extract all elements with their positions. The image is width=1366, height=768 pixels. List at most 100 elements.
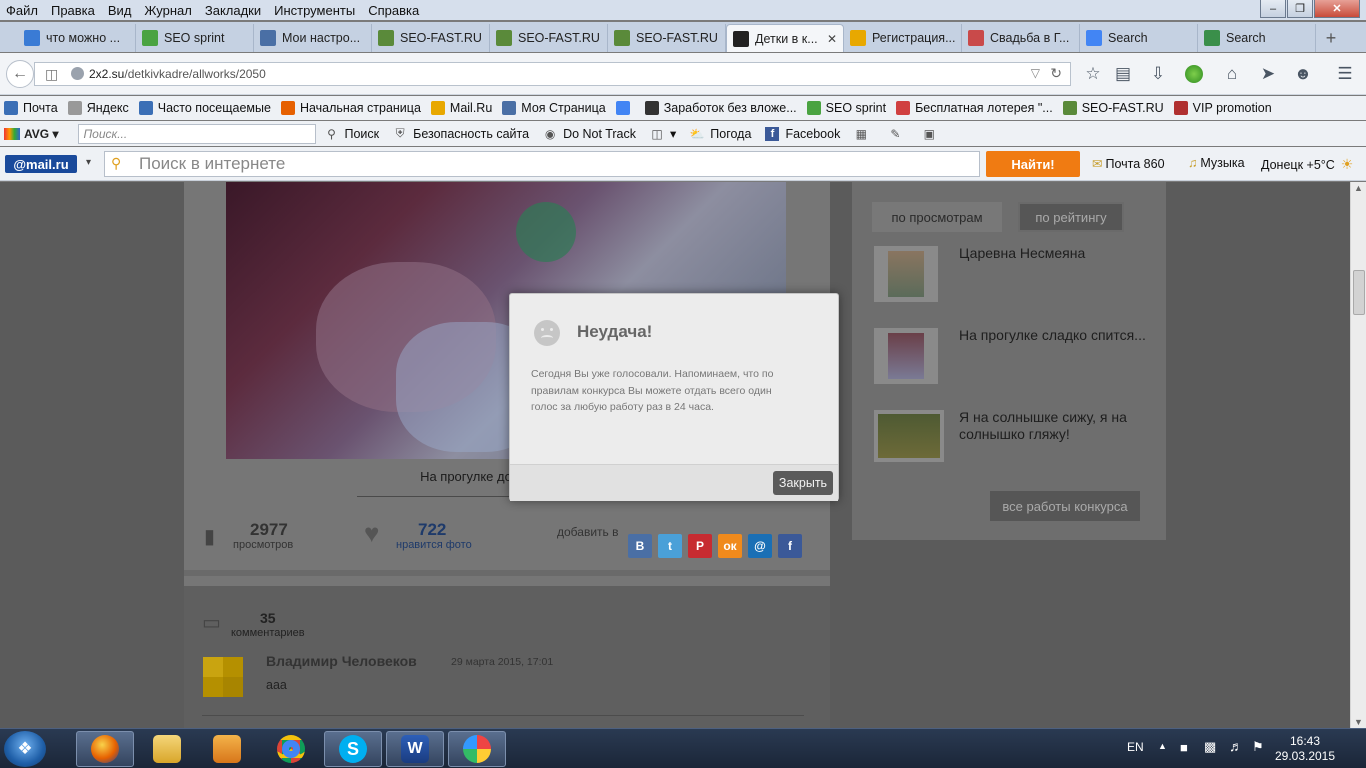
mailru-logo[interactable]: @mail.ru bbox=[5, 155, 77, 173]
tab[interactable]: Свадьба в Г... bbox=[962, 24, 1080, 52]
work-thumbnail[interactable] bbox=[874, 246, 938, 302]
scroll-up-icon[interactable]: ▲ bbox=[1354, 183, 1363, 193]
trash-button[interactable]: ◫ ▾ bbox=[650, 126, 676, 142]
heart-icon[interactable]: ♥ bbox=[364, 518, 379, 549]
menu-view[interactable]: Вид bbox=[108, 3, 132, 18]
comment-author[interactable]: Владимир Человеков bbox=[266, 653, 417, 669]
weather-widget[interactable]: Донецк +5°C ☀ bbox=[1261, 156, 1353, 173]
back-button[interactable]: ← bbox=[6, 60, 34, 88]
music-button[interactable]: ♫ Музыка bbox=[1188, 156, 1245, 170]
tabs-list-icon[interactable]: ◫ bbox=[45, 66, 58, 83]
start-button[interactable]: ❖ bbox=[4, 731, 46, 767]
bookmark-item[interactable]: Часто посещаемые bbox=[138, 101, 271, 115]
tab[interactable]: Мои настро... bbox=[254, 24, 372, 52]
scrollbar-thumb[interactable] bbox=[1353, 270, 1365, 315]
tab[interactable]: SEO-FAST.RU bbox=[372, 24, 490, 52]
avatar[interactable] bbox=[203, 657, 243, 697]
tab[interactable]: SEO sprint bbox=[136, 24, 254, 52]
share-vk-button[interactable]: В bbox=[628, 534, 652, 558]
bookmark-item[interactable]: SEO sprint bbox=[806, 101, 886, 115]
bookmark-item[interactable]: Почта bbox=[4, 101, 58, 115]
internet-search-input[interactable]: ⚲ Поиск в интернете bbox=[104, 151, 980, 177]
volume-icon[interactable]: ♬ bbox=[1229, 738, 1243, 754]
send-icon[interactable]: ➤ bbox=[1257, 63, 1279, 85]
chat-icon[interactable]: ☻ bbox=[1292, 63, 1314, 85]
taskbar-media-player[interactable] bbox=[198, 731, 256, 767]
bookmark-item[interactable]: SEO-FAST.RU bbox=[1062, 101, 1164, 115]
menu-bookmarks[interactable]: Закладки bbox=[205, 3, 261, 18]
calculator-button[interactable]: ▦ bbox=[854, 127, 874, 141]
share-twitter-button[interactable]: t bbox=[658, 534, 682, 558]
taskbar-firefox[interactable] bbox=[76, 731, 134, 767]
notepad-button[interactable]: ✎ bbox=[888, 127, 908, 141]
avg-search-button[interactable]: ⚲ Поиск bbox=[324, 127, 379, 141]
network-icon[interactable]: ▩ bbox=[1204, 739, 1216, 755]
minimize-button[interactable]: – bbox=[1260, 0, 1286, 18]
work-title[interactable]: На прогулке сладко спится... bbox=[959, 327, 1159, 344]
menu-edit[interactable]: Правка bbox=[51, 3, 95, 18]
taskbar-skype[interactable]: S bbox=[324, 731, 382, 767]
bookmark-item[interactable]: Mail.Ru bbox=[430, 101, 492, 115]
share-mailru-button[interactable]: @ bbox=[748, 534, 772, 558]
site-safety-button[interactable]: ⛨ Безопасность сайта bbox=[393, 126, 529, 141]
scroll-down-icon[interactable]: ▼ bbox=[1354, 717, 1363, 727]
tray-device-icon[interactable]: ■ bbox=[1180, 740, 1188, 755]
page-scrollbar[interactable]: ▲ ▼ bbox=[1350, 182, 1366, 728]
work-thumbnail[interactable] bbox=[874, 328, 938, 384]
menu-history[interactable]: Журнал bbox=[144, 3, 191, 18]
facebook-button[interactable]: f Facebook bbox=[765, 126, 840, 141]
snapshot-button[interactable]: ▣ bbox=[922, 127, 942, 141]
work-thumbnail[interactable] bbox=[874, 410, 944, 462]
taskbar-chrome[interactable] bbox=[262, 731, 320, 767]
address-bar[interactable]: ◫ 2x2.su/detkivkadre/allworks/2050 ▽ ↻ bbox=[34, 62, 1071, 86]
close-window-button[interactable]: ✕ bbox=[1314, 0, 1360, 18]
bookmark-item[interactable]: Яндекс bbox=[67, 101, 129, 115]
reload-icon[interactable]: ↻ bbox=[1050, 65, 1062, 82]
menu-tools[interactable]: Инструменты bbox=[274, 3, 355, 18]
tab[interactable]: SEO-FAST.RU bbox=[490, 24, 608, 52]
bookmark-item[interactable]: Бесплатная лотерея "... bbox=[896, 101, 1053, 115]
sort-by-views-button[interactable]: по просмотрам bbox=[872, 202, 1002, 232]
weather-button[interactable]: ⛅ Погода bbox=[690, 127, 752, 141]
tray-expand-icon[interactable]: ▲ bbox=[1158, 741, 1167, 751]
maximize-button[interactable]: ❐ bbox=[1287, 0, 1313, 18]
do-not-track-button[interactable]: ◉ Do Not Track bbox=[543, 127, 636, 141]
avg-search-input[interactable]: Поиск... bbox=[78, 123, 317, 144]
language-indicator[interactable]: EN bbox=[1127, 740, 1144, 754]
work-title[interactable]: Царевна Несмеяна bbox=[959, 245, 1159, 262]
likes-label[interactable]: нравится фото bbox=[396, 539, 472, 551]
action-center-icon[interactable]: ⚑ bbox=[1252, 739, 1264, 755]
mailru-dropdown-icon[interactable]: ▾ bbox=[86, 157, 91, 168]
close-dialog-button[interactable]: Закрыть bbox=[773, 471, 833, 495]
taskbar-explorer[interactable] bbox=[138, 731, 196, 767]
avg-logo[interactable]: AVG ▾ bbox=[4, 127, 58, 141]
taskbar-paint[interactable] bbox=[448, 731, 506, 767]
download-icon[interactable]: ⇩ bbox=[1147, 63, 1169, 85]
bookmark-item[interactable]: VIP promotion bbox=[1173, 101, 1272, 115]
green-globe-icon[interactable] bbox=[1183, 63, 1205, 85]
new-tab-button[interactable]: + bbox=[1316, 24, 1346, 52]
sort-by-rating-button[interactable]: по рейтингу bbox=[1018, 202, 1124, 232]
menu-help[interactable]: Справка bbox=[368, 3, 419, 18]
share-pinterest-button[interactable]: P bbox=[688, 534, 712, 558]
mail-button[interactable]: ✉ Почта 860 bbox=[1092, 156, 1165, 172]
clock[interactable]: 16:43 29.03.2015 bbox=[1266, 734, 1344, 764]
share-facebook-button[interactable]: f bbox=[778, 534, 802, 558]
url-dropdown-icon[interactable]: ▽ bbox=[1031, 66, 1040, 80]
bookmark-item[interactable]: Заработок без вложе... bbox=[644, 101, 797, 115]
tab[interactable]: Регистрация... bbox=[844, 24, 962, 52]
home-icon[interactable]: ⌂ bbox=[1221, 63, 1243, 85]
bookmark-star-icon[interactable]: ☆ bbox=[1082, 63, 1104, 85]
menu-hamburger-icon[interactable]: ☰ bbox=[1334, 63, 1356, 85]
close-tab-icon[interactable]: ✕ bbox=[827, 32, 837, 46]
bookmark-item[interactable]: Начальная страница bbox=[280, 101, 421, 115]
all-works-button[interactable]: все работы конкурса bbox=[990, 491, 1140, 521]
find-button[interactable]: Найти! bbox=[986, 151, 1080, 177]
work-title[interactable]: Я на солнышке сижу, я на солнышко гляжу! bbox=[959, 409, 1159, 443]
tab[interactable]: Search bbox=[1198, 24, 1316, 52]
tab[interactable]: что можно ... bbox=[18, 24, 136, 52]
share-odnoklassniki-button[interactable]: ок bbox=[718, 534, 742, 558]
taskbar-word[interactable]: W bbox=[386, 731, 444, 767]
bookmark-item[interactable] bbox=[615, 101, 635, 115]
bookmarks-list-icon[interactable]: ▤ bbox=[1112, 63, 1134, 85]
